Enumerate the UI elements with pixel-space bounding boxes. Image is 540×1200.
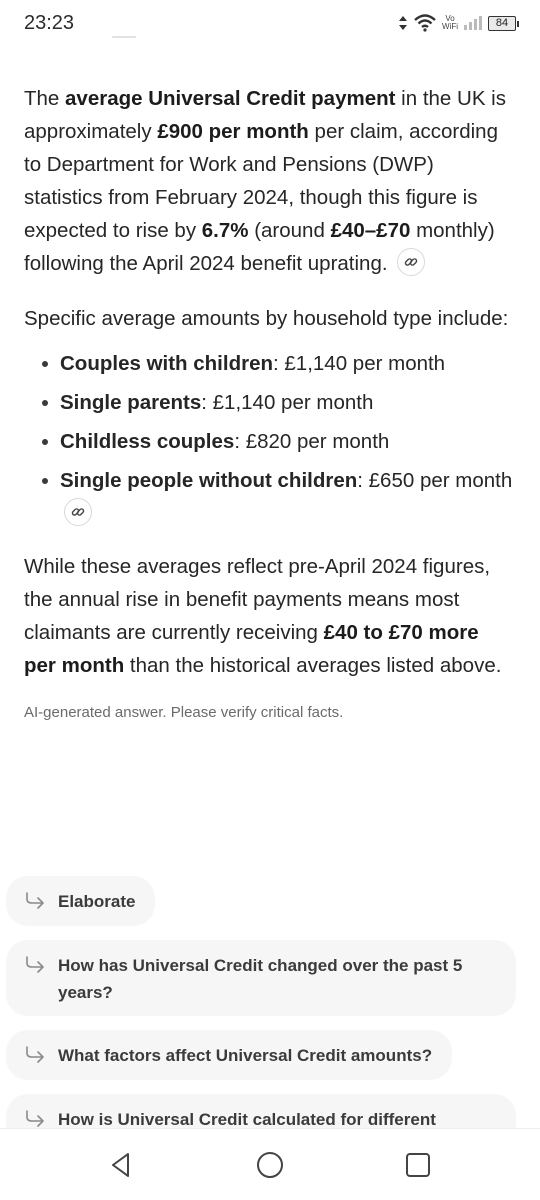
p1-text-1: The [24,87,66,110]
status-time: 23:23 [24,11,75,34]
status-icons: Vo WiFi 84 [398,14,519,32]
recents-square-icon[interactable] [400,1147,436,1183]
p1-bold-1: average Universal Credit payment [65,87,396,110]
followup-label: How has Universal Credit changed over th… [58,956,463,1002]
home-circle-icon[interactable] [252,1147,288,1183]
navigation-bar [0,1128,540,1200]
p1-bold-4: £40–£70 [330,219,411,242]
citation-link-icon[interactable] [64,497,92,526]
p3-text-2: than the historical averages listed abov… [124,654,502,677]
top-divider [112,36,136,38]
list-item-label: Single people without children [60,469,358,492]
followup-chip-elaborate[interactable]: Elaborate [6,876,156,926]
list-item-value: : £1,140 per month [201,391,374,414]
answer-content: The average Universal Credit payment in … [24,82,516,721]
back-triangle-icon[interactable] [104,1147,140,1183]
followup-chip-changes[interactable]: How has Universal Credit changed over th… [6,940,516,1016]
reply-arrow-icon [24,891,46,916]
answer-paragraph-3: While these averages reflect pre-April 2… [24,550,516,682]
list-item-label: Single parents [60,391,202,414]
p1-bold-3: 6.7% [201,219,249,242]
ai-disclaimer: AI-generated answer. Please verify criti… [24,704,344,721]
followup-label: Elaborate [58,892,136,911]
household-list: Couples with children: £1,140 per month … [38,347,516,530]
vowifi-bottom-text: WiFi [442,22,458,31]
list-item: Single people without children: £650 per… [38,464,516,530]
citation-link-icon[interactable] [397,247,426,276]
data-arrows-icon [398,15,408,31]
reply-arrow-icon [24,955,46,980]
status-bar: 23:23 Vo WiFi 84 [0,0,540,46]
answer-paragraph-2: Specific average amounts by household ty… [24,307,509,330]
list-item: Single parents: £1,140 per month [38,386,516,419]
list-item-value: : £650 per month [357,469,513,492]
answer-paragraph-1: The average Universal Credit payment in … [24,82,516,280]
p1-text-4: (around [248,219,331,242]
list-item-value: : £820 per month [234,430,390,453]
followup-label: What factors affect Universal Credit amo… [58,1046,433,1065]
list-item-label: Couples with children [60,352,273,375]
list-item-label: Childless couples [60,430,235,453]
list-item: Childless couples: £820 per month [38,425,516,458]
screen: 23:23 Vo WiFi 84 The average Universal C… [0,0,540,1200]
vowifi-indicator: Vo WiFi [442,15,458,31]
signal-icon [464,16,482,30]
followup-chip-factors[interactable]: What factors affect Universal Credit amo… [6,1030,453,1080]
list-item: Couples with children: £1,140 per month [38,347,516,380]
battery-indicator: 84 [488,15,519,31]
list-item-value: : £1,140 per month [273,352,446,375]
p1-bold-2: £900 per month [157,120,309,143]
wifi-icon [414,14,436,32]
reply-arrow-icon [24,1045,46,1070]
